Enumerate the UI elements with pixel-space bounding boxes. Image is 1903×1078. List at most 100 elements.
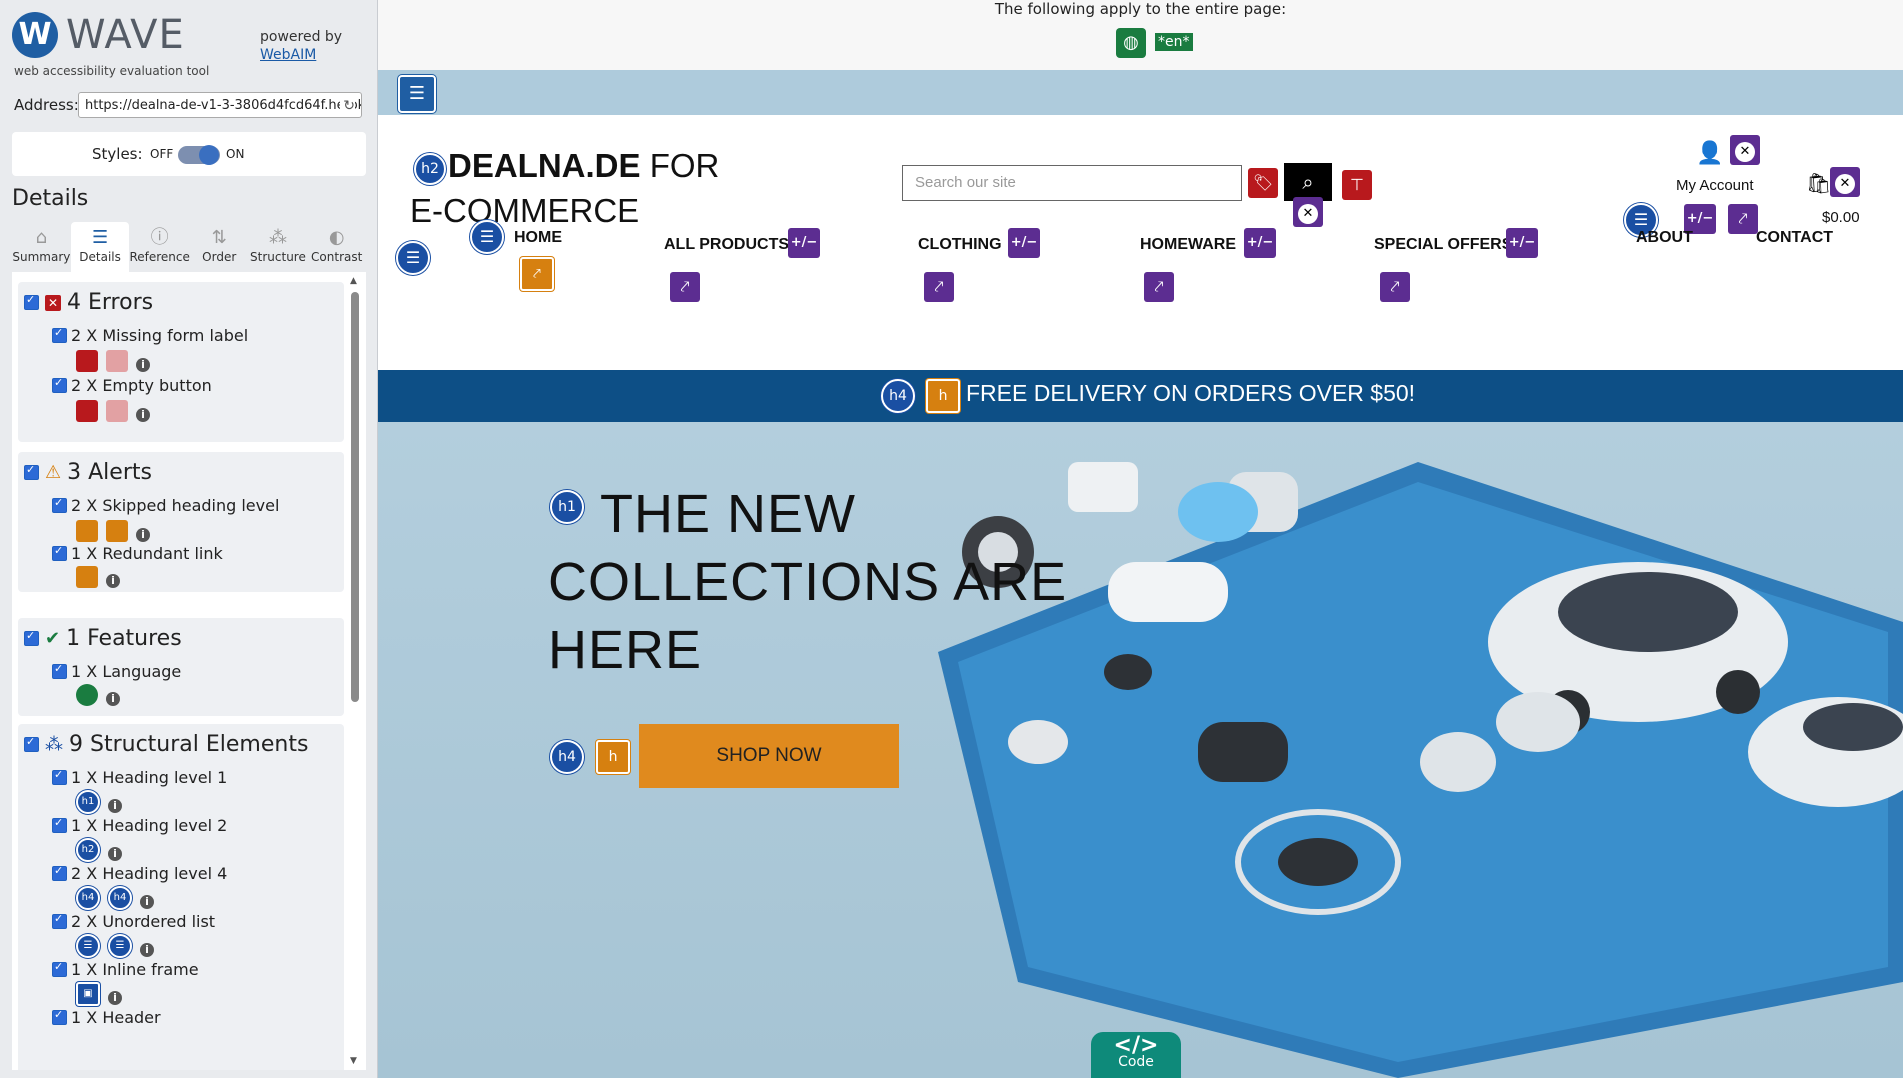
aria-expanded-icon[interactable]: +/− [1244, 228, 1276, 258]
aria-hidden-icon[interactable] [1293, 197, 1323, 227]
styles-toggle[interactable] [178, 145, 220, 165]
nav-contact[interactable]: CONTACT [1756, 229, 1833, 247]
tab-summary[interactable]: ⌂ Summary [12, 222, 71, 272]
tab-structure[interactable]: ⁂ Structure [249, 222, 308, 272]
h4-icon[interactable]: h4 [76, 886, 100, 910]
skipped-heading-icon[interactable] [76, 520, 98, 542]
shopping-bag-icon[interactable]: 🛍 [1806, 171, 1831, 195]
item-checkbox[interactable] [52, 662, 67, 679]
alerts-header[interactable]: ⚠ 3 Alerts [24, 460, 152, 485]
search-button[interactable]: ⌕ [1284, 163, 1332, 201]
scroll-thumb[interactable] [351, 292, 359, 702]
webaim-link[interactable]: WebAIM [260, 47, 316, 63]
inline-frame-icon[interactable]: ▣ [76, 982, 100, 1006]
unordered-list-icon[interactable]: ☰ [396, 241, 430, 275]
aria-popup-icon[interactable]: ⤤ [924, 272, 954, 302]
struct-item-h1[interactable]: 1 X Heading level 1 [52, 768, 227, 787]
structural-checkbox[interactable] [24, 735, 39, 752]
item-checkbox[interactable] [52, 496, 67, 513]
item-checkbox[interactable] [52, 912, 67, 929]
aria-popup-icon[interactable]: ⤤ [1144, 272, 1174, 302]
h2-badge[interactable]: h2 [414, 153, 446, 185]
aria-popup-icon[interactable]: ⤤ [670, 272, 700, 302]
nav-home[interactable]: HOME [514, 229, 562, 247]
header-region-icon[interactable]: ☰ [398, 75, 436, 113]
features-header[interactable]: ✔ 1 Features [24, 626, 182, 651]
scroll-up-icon[interactable]: ▲ [350, 276, 357, 286]
info-icon[interactable]: i [106, 692, 120, 706]
aria-popup-icon[interactable]: ⤤ [1380, 272, 1410, 302]
item-checkbox[interactable] [52, 376, 67, 393]
struct-item-h4[interactable]: 2 X Heading level 4 [52, 864, 227, 883]
h1-icon[interactable]: h1 [76, 790, 100, 814]
h4-badge[interactable]: h4 [881, 379, 915, 413]
nav-special-offers[interactable]: SPECIAL OFFERS [1374, 236, 1512, 254]
h4-badge[interactable]: h4 [550, 740, 584, 774]
alert-item-redundant-link[interactable]: 1 X Redundant link [52, 544, 223, 563]
tab-reference[interactable]: ⓘ Reference [129, 222, 189, 272]
redundant-link-icon[interactable]: ⤤ [520, 257, 554, 291]
empty-button-icon[interactable]: ⊤ [1342, 170, 1372, 200]
missing-label-icon[interactable] [76, 350, 98, 372]
struct-item-iframe[interactable]: 1 X Inline frame [52, 960, 199, 979]
nav-about[interactable]: ABOUT [1636, 229, 1693, 247]
info-icon[interactable]: i [140, 943, 154, 957]
error-item-empty-button[interactable]: 2 X Empty button [52, 376, 212, 395]
struct-item-ul[interactable]: 2 X Unordered list [52, 912, 215, 931]
alerts-checkbox[interactable] [24, 463, 39, 480]
my-account-link[interactable]: My Account [1676, 177, 1754, 194]
item-checkbox[interactable] [52, 544, 67, 561]
aria-expanded-icon[interactable]: +/− [1506, 228, 1538, 258]
h2-icon[interactable]: h2 [76, 838, 100, 862]
nav-homeware[interactable]: HOMEWARE [1140, 236, 1236, 254]
item-checkbox[interactable] [52, 864, 67, 881]
struct-item-h2[interactable]: 1 X Heading level 2 [52, 816, 227, 835]
struct-item-header[interactable]: 1 X Header [52, 1008, 161, 1027]
skipped-heading-icon[interactable]: h [596, 740, 630, 774]
item-checkbox[interactable] [52, 326, 67, 343]
skipped-heading-icon[interactable]: h [926, 379, 960, 413]
item-checkbox[interactable] [52, 1008, 67, 1025]
item-checkbox[interactable] [52, 816, 67, 833]
h4-icon[interactable]: h4 [108, 886, 132, 910]
search-input[interactable]: Search our site [902, 165, 1242, 201]
nav-clothing[interactable]: CLOTHING [918, 236, 1002, 254]
aria-popup-icon[interactable]: ⤤ [1728, 204, 1758, 234]
info-icon[interactable]: i [140, 895, 154, 909]
info-icon[interactable]: i [136, 358, 150, 372]
panel-scrollbar[interactable]: ▲ ▼ [350, 276, 360, 1066]
aria-hidden-icon[interactable] [1830, 167, 1860, 197]
tab-order[interactable]: ⇅ Order [190, 222, 249, 272]
h1-badge[interactable]: h1 [550, 490, 584, 524]
nav-all-products[interactable]: ALL PRODUCTS [664, 236, 789, 254]
info-icon[interactable]: i [108, 991, 122, 1005]
features-checkbox[interactable] [24, 629, 39, 646]
scroll-down-icon[interactable]: ▼ [350, 1056, 357, 1066]
empty-button-icon[interactable] [76, 400, 98, 422]
item-checkbox[interactable] [52, 768, 67, 785]
alert-item-skipped-heading[interactable]: 2 X Skipped heading level [52, 496, 279, 515]
shop-now-button[interactable]: SHOP NOW [639, 724, 899, 788]
error-item-missing-label[interactable]: 2 X Missing form label [52, 326, 248, 345]
errors-checkbox[interactable] [24, 293, 39, 310]
code-toggle-button[interactable]: </> Code [1091, 1032, 1181, 1078]
item-checkbox[interactable] [52, 960, 67, 977]
language-icon[interactable] [76, 684, 98, 706]
user-icon[interactable]: 👤 [1696, 141, 1723, 166]
missing-label-icon[interactable]: 🏷 [1248, 168, 1278, 198]
unordered-list-icon[interactable]: ☰ [76, 934, 100, 958]
missing-label-icon[interactable] [106, 350, 128, 372]
tab-contrast[interactable]: ◐ Contrast [307, 222, 366, 272]
cart-total[interactable]: $0.00 [1822, 209, 1860, 226]
info-icon[interactable]: i [108, 799, 122, 813]
aria-hidden-icon[interactable] [1730, 135, 1760, 165]
errors-header[interactable]: ✕ 4 Errors [24, 290, 153, 315]
skipped-heading-icon[interactable] [106, 520, 128, 542]
globe-icon[interactable]: ◍ [1116, 28, 1146, 58]
unordered-list-icon[interactable]: ☰ [108, 934, 132, 958]
structural-header[interactable]: ⁂ 9 Structural Elements [24, 732, 308, 757]
info-icon[interactable]: i [108, 847, 122, 861]
tab-details[interactable]: ☰ Details [70, 222, 130, 272]
redundant-link-icon[interactable] [76, 566, 98, 588]
empty-button-icon[interactable] [106, 400, 128, 422]
